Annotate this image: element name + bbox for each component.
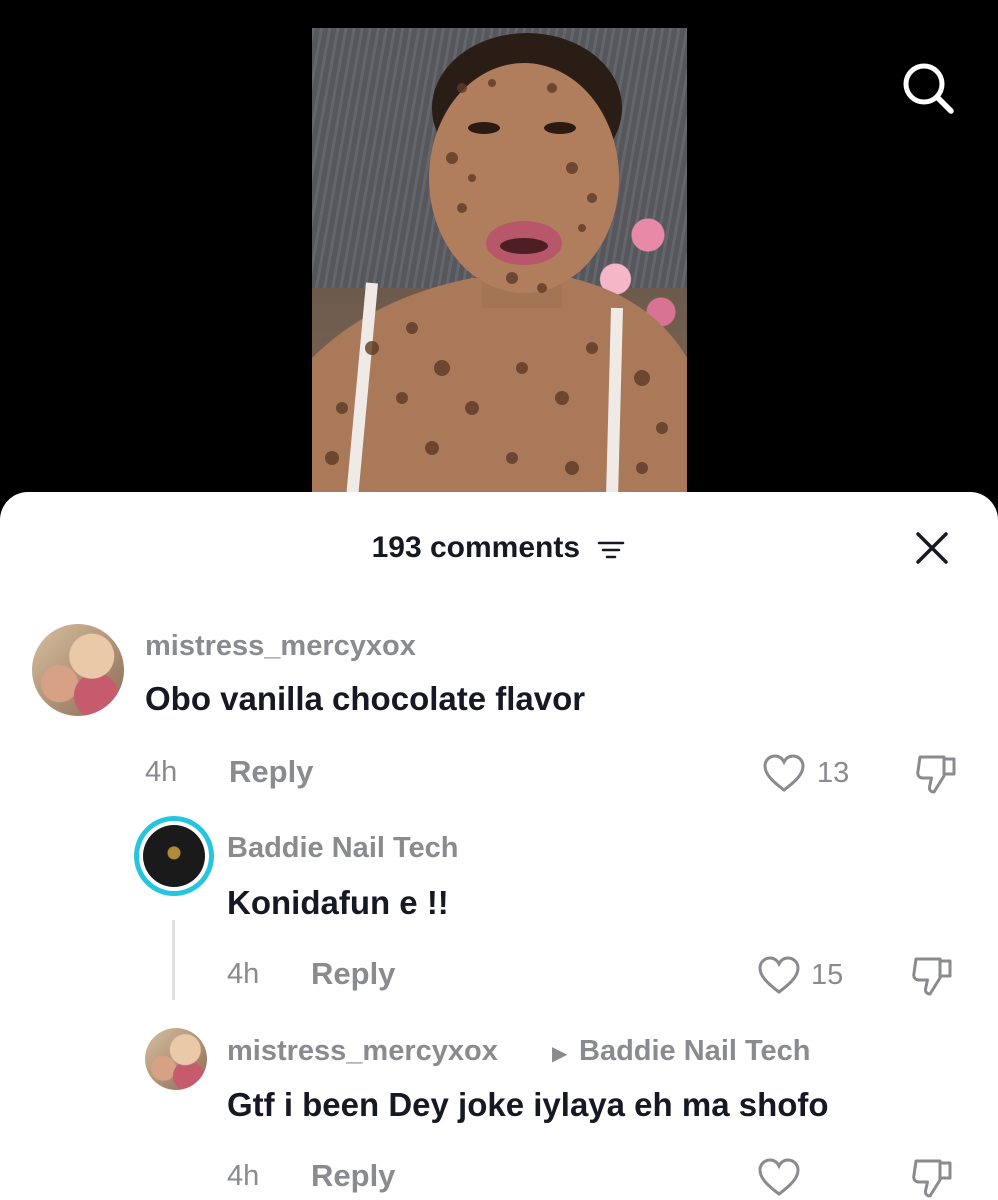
avatar[interactable]	[145, 1028, 207, 1090]
comment-username[interactable]: mistress_mercyxox	[145, 630, 416, 663]
like-button[interactable]	[757, 1158, 801, 1198]
video-frame[interactable]	[312, 28, 687, 498]
heart-icon	[758, 956, 800, 994]
reply-button[interactable]: Reply	[311, 1158, 395, 1194]
comments-sheet: 193 comments mistress_mercyxox Obo vanil…	[0, 492, 998, 1200]
search-button[interactable]	[898, 58, 958, 118]
thread-line	[172, 920, 175, 1000]
reply-button[interactable]: Reply	[311, 956, 395, 992]
avatar[interactable]	[32, 624, 124, 716]
avatar-logo	[143, 825, 205, 887]
video-person-figure	[312, 33, 687, 498]
comments-header: 193 comments	[0, 522, 998, 570]
dislike-button[interactable]	[914, 752, 960, 796]
avatar-inner	[139, 821, 209, 891]
like-button[interactable]	[757, 956, 801, 996]
reply-arrow-icon: ▶	[552, 1043, 568, 1065]
comment-username[interactable]: mistress_mercyxox	[227, 1035, 498, 1068]
like-count: 15	[811, 959, 844, 991]
dislike-button[interactable]	[910, 1156, 956, 1200]
filter-icon[interactable]	[596, 536, 626, 560]
comment-text: Obo vanilla chocolate flavor	[145, 680, 586, 717]
comment-time: 4h	[145, 756, 178, 788]
thumbs-down-icon	[912, 1159, 952, 1198]
comment-text: Gtf i been Dey joke iylaya eh ma shofo	[227, 1086, 829, 1123]
avatar[interactable]	[134, 816, 214, 896]
heart-icon	[763, 754, 805, 792]
like-count: 13	[817, 757, 850, 789]
comments-title: 193 comments	[0, 530, 998, 565]
dislike-button[interactable]	[910, 954, 956, 998]
comment-count: 193 comments	[371, 531, 581, 565]
comment-text: Konidafun e !!	[227, 884, 449, 921]
close-icon	[916, 532, 948, 564]
reply-to-username[interactable]: Baddie Nail Tech	[579, 1035, 811, 1068]
comment-time: 4h	[227, 1160, 260, 1192]
comment-username[interactable]: Baddie Nail Tech	[227, 832, 459, 865]
search-icon	[903, 63, 954, 114]
close-button[interactable]	[912, 528, 952, 568]
heart-icon	[758, 1158, 800, 1196]
video-player[interactable]	[0, 0, 998, 510]
reply-button[interactable]: Reply	[229, 754, 313, 790]
like-button[interactable]	[762, 754, 806, 794]
thumbs-down-icon	[912, 957, 952, 996]
thumbs-down-icon	[916, 755, 956, 794]
comment-time: 4h	[227, 958, 260, 990]
